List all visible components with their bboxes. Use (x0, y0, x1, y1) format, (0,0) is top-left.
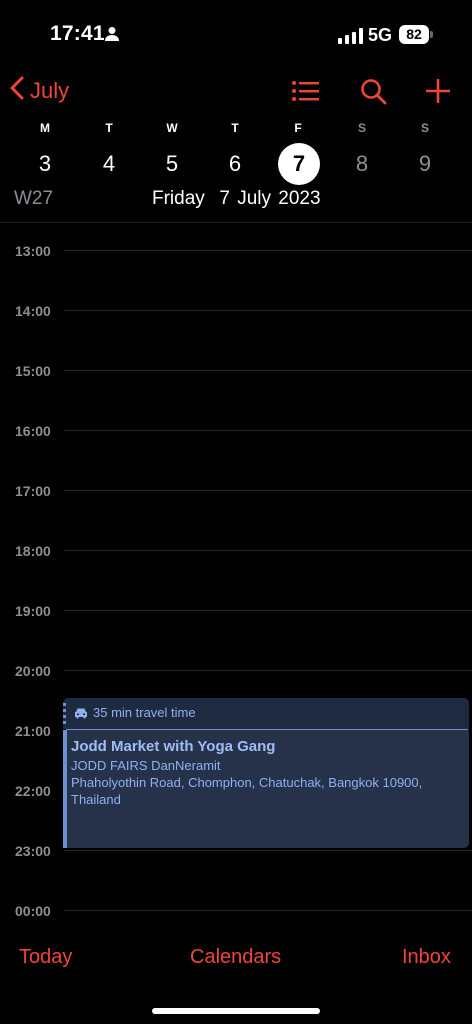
event-location: Phaholyothin Road, Chomphon, Chatuchak, … (71, 775, 423, 807)
search-icon[interactable] (360, 78, 388, 111)
hour-line (64, 310, 472, 311)
plus-icon[interactable] (425, 78, 451, 108)
status-time: 17:41 (50, 22, 105, 45)
back-to-month-button[interactable]: July (8, 76, 69, 105)
hour-line (64, 370, 472, 371)
hour-label: 21:00 (15, 723, 51, 739)
travel-dotted-bar (63, 703, 66, 725)
person-icon (104, 26, 120, 47)
event-title: Jodd Market with Yoga Gang (71, 738, 276, 755)
hour-label: 18:00 (15, 543, 51, 559)
car-icon (74, 706, 88, 724)
weekday-label: S (357, 121, 366, 135)
hour-line (64, 910, 472, 911)
weekday-label: T (105, 121, 113, 135)
hour-label: 00:00 (15, 903, 51, 919)
event-calendar: JODD FAIRS DanNeramit (71, 758, 221, 773)
weekday-label: W (166, 121, 178, 135)
hour-label: 22:00 (15, 783, 51, 799)
day-button[interactable]: 4 (89, 144, 129, 184)
hour-label: 23:00 (15, 843, 51, 859)
inbox-button[interactable]: Inbox (402, 946, 451, 969)
back-month-label: July (30, 77, 70, 103)
selected-day-button[interactable]: 7 (278, 143, 320, 185)
selected-date-title: Friday 7 July 2023 (152, 188, 321, 209)
hour-label: 16:00 (15, 423, 51, 439)
hour-line (64, 850, 472, 851)
calendars-button[interactable]: Calendars (190, 946, 281, 969)
day-button[interactable]: 9 (405, 144, 445, 184)
event-color-bar (63, 730, 67, 848)
battery-tip (430, 31, 433, 38)
travel-time-label: 35 min travel time (93, 705, 196, 720)
network-type: 5G (368, 25, 393, 45)
hour-line (64, 550, 472, 551)
battery-icon: 82 (399, 25, 429, 44)
cellular-signal-icon (338, 28, 363, 44)
day-button[interactable]: 6 (215, 144, 255, 184)
list-icon[interactable] (291, 80, 319, 107)
hour-line (64, 430, 472, 431)
weekday-label: F (294, 121, 302, 135)
hour-label: 19:00 (15, 603, 51, 619)
hour-line (64, 670, 472, 671)
hour-line (64, 250, 472, 251)
home-indicator[interactable] (152, 1008, 320, 1014)
day-button[interactable]: 5 (152, 144, 192, 184)
header-divider (0, 222, 472, 223)
chevron-left-icon (8, 76, 26, 105)
hour-line (64, 610, 472, 611)
hour-label: 13:00 (15, 243, 51, 259)
hour-label: 17:00 (15, 483, 51, 499)
hour-label: 15:00 (15, 363, 51, 379)
weekday-label: T (231, 121, 239, 135)
weekday-label: S (420, 121, 429, 135)
hour-line (64, 490, 472, 491)
day-button[interactable]: 3 (25, 144, 65, 184)
hour-label: 14:00 (15, 303, 51, 319)
weekday-label: M (40, 121, 50, 135)
day-button[interactable]: 8 (342, 144, 382, 184)
today-button[interactable]: Today (19, 946, 72, 969)
week-number: W27 (14, 188, 54, 209)
hour-label: 20:00 (15, 663, 51, 679)
